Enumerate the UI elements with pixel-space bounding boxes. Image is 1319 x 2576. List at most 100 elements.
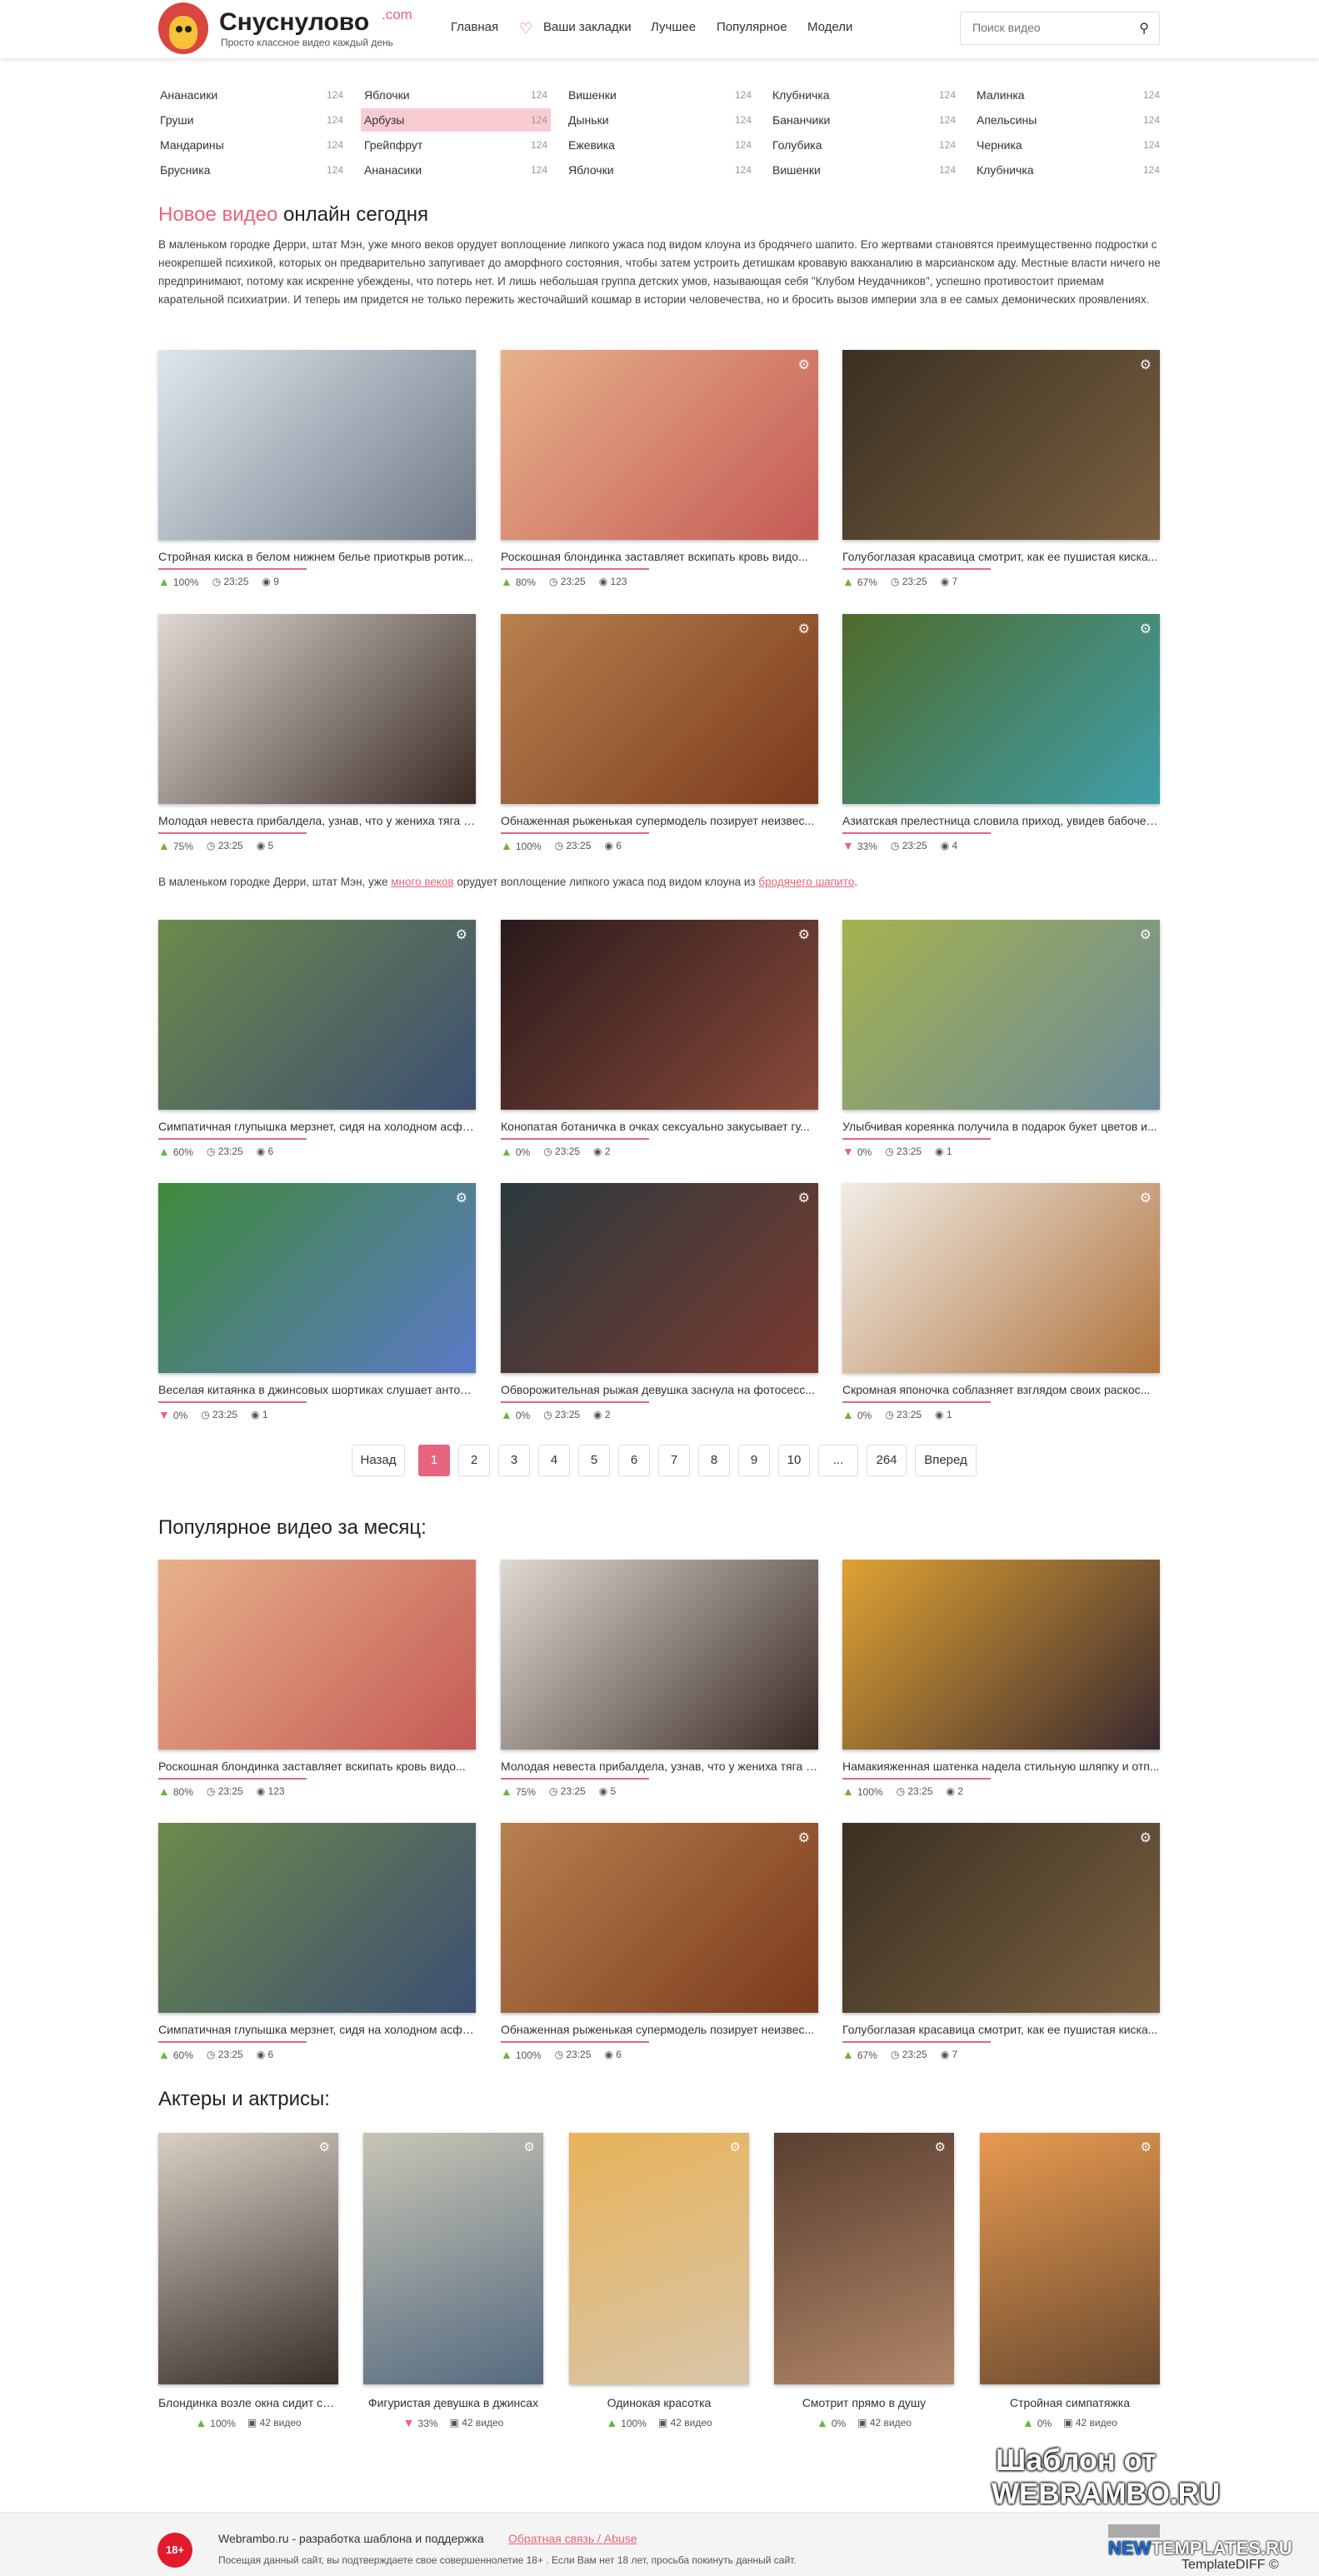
category-item[interactable]: Мандарины 124 (157, 133, 347, 157)
video-card[interactable]: ⚙ Конопатая ботаничка в очках сексуально … (501, 920, 818, 1158)
gear-icon[interactable]: ⚙ (798, 357, 810, 373)
pagination-page[interactable]: 10 (778, 1445, 810, 1476)
video-card[interactable]: ⚙ Голубоглазая красавица смотрит, как ее … (842, 1823, 1160, 2061)
category-item[interactable]: Грейпфрут 124 (361, 133, 551, 157)
category-item[interactable]: Ананасики 124 (361, 158, 551, 182)
actor-name[interactable]: Блондинка возле окна сидит сп... (158, 2396, 338, 2409)
logo-title[interactable]: Снуснулово (219, 8, 369, 37)
search-icon[interactable]: ⚲ (1139, 20, 1149, 37)
nav-bookmarks[interactable]: Ваши закладки (543, 20, 632, 34)
video-title[interactable]: Молодая невеста прибалдела, узнав, что у… (501, 1760, 818, 1773)
video-title[interactable]: Обнаженная рыженькая супермодель позируе… (501, 814, 818, 827)
gear-icon[interactable]: ⚙ (456, 1190, 467, 1206)
category-item[interactable]: Черника 124 (973, 133, 1163, 157)
video-thumbnail[interactable] (158, 1560, 476, 1750)
category-item[interactable]: Клубничка 124 (769, 83, 959, 107)
pagination-page[interactable]: 7 (658, 1445, 690, 1476)
video-card[interactable]: Молодая невеста прибалдела, узнав, что у… (501, 1560, 818, 1798)
gear-icon[interactable]: ⚙ (798, 1830, 810, 1846)
category-item[interactable]: Бананчики 124 (769, 108, 959, 132)
video-card[interactable]: Роскошная блондинка заставляет вскипать … (158, 1560, 476, 1798)
pagination-prev[interactable]: Назад (352, 1445, 405, 1476)
pagination-page[interactable]: 2 (458, 1445, 490, 1476)
search-input[interactable] (972, 21, 1122, 34)
gear-icon[interactable]: ⚙ (1141, 2139, 1152, 2154)
video-card[interactable]: ⚙ Голубоглазая красавица смотрит, как ее … (842, 350, 1160, 588)
actor-name[interactable]: Фигуристая девушка в джинсах (363, 2396, 543, 2409)
video-title[interactable]: Обнаженная рыженькая супермодель позируе… (501, 2023, 818, 2036)
video-title[interactable]: Молодая невеста прибалдела, узнав, что у… (158, 814, 476, 827)
category-item[interactable]: Арбузы 124 (361, 108, 551, 132)
video-title[interactable]: Симпатичная глупышка мерзнет, сидя на хо… (158, 2023, 476, 2036)
actor-name[interactable]: Стройная симпатяжка (980, 2396, 1160, 2409)
scroll-up-button[interactable] (1108, 2524, 1160, 2538)
video-thumbnail[interactable] (842, 1560, 1160, 1750)
video-card[interactable]: ⚙ Скромная японочка соблазняет взглядом с… (842, 1183, 1160, 1421)
video-thumbnail[interactable] (501, 1560, 818, 1750)
video-title[interactable]: Роскошная блондинка заставляет вскипать … (158, 1760, 476, 1773)
gear-icon[interactable]: ⚙ (524, 2139, 535, 2154)
category-item[interactable]: Ананасики 124 (157, 83, 347, 107)
logo-mascot-icon[interactable] (158, 2, 208, 54)
gear-icon[interactable]: ⚙ (1140, 357, 1152, 373)
category-item[interactable]: Груши 124 (157, 108, 347, 132)
video-thumbnail[interactable]: ⚙ (501, 350, 818, 540)
gear-icon[interactable]: ⚙ (730, 2139, 741, 2154)
video-thumbnail[interactable]: ⚙ (842, 920, 1160, 1110)
video-card[interactable]: ⚙ Веселая китаянка в джинсовых шортиках с… (158, 1183, 476, 1421)
pagination-page[interactable]: 3 (498, 1445, 530, 1476)
pagination-page[interactable]: 6 (618, 1445, 650, 1476)
video-card[interactable]: Стройная киска в белом нижнем белье прио… (158, 350, 476, 588)
video-thumbnail[interactable]: ⚙ (842, 350, 1160, 540)
pagination-page[interactable]: 9 (738, 1445, 770, 1476)
video-card[interactable]: ⚙ Симпатичная глупышка мерзнет, сидя на х… (158, 920, 476, 1158)
pagination-page[interactable]: 8 (698, 1445, 730, 1476)
actor-name[interactable]: Одинокая красотка (569, 2396, 749, 2409)
video-thumbnail[interactable]: ⚙ (501, 1183, 818, 1373)
video-thumbnail[interactable]: ⚙ (501, 920, 818, 1110)
video-title[interactable]: Веселая китаянка в джинсовых шортиках сл… (158, 1383, 476, 1396)
video-card[interactable]: ⚙ Улыбчивая кореянка получила в подарок б… (842, 920, 1160, 1158)
gear-icon[interactable]: ⚙ (798, 1190, 810, 1206)
video-title[interactable]: Азиатская прелестница словила приход, ув… (842, 814, 1160, 827)
gear-icon[interactable]: ⚙ (935, 2139, 946, 2154)
actor-card[interactable]: ⚙ Блондинка возле окна сидит сп... ▲ 100% ▣ … (158, 2133, 338, 2429)
actor-card[interactable]: ⚙ Стройная симпатяжка ▲ 0% ▣ 42 видео (980, 2133, 1160, 2429)
actor-photo[interactable]: ⚙ (980, 2133, 1160, 2384)
video-title[interactable]: Голубоглазая красавица смотрит, как ее п… (842, 2023, 1160, 2036)
nav-models[interactable]: Модели (807, 20, 852, 34)
video-thumbnail[interactable]: ⚙ (842, 1823, 1160, 2013)
pagination-next[interactable]: Вперед (915, 1445, 977, 1476)
gear-icon[interactable]: ⚙ (1140, 621, 1152, 637)
category-item[interactable]: Апельсины 124 (973, 108, 1163, 132)
gear-icon[interactable]: ⚙ (1140, 926, 1152, 943)
video-thumbnail[interactable]: ⚙ (842, 1183, 1160, 1373)
video-title[interactable]: Конопатая ботаничка в очках сексуально з… (501, 1120, 818, 1133)
video-thumbnail[interactable]: ⚙ (158, 920, 476, 1110)
pagination-page[interactable]: 4 (538, 1445, 570, 1476)
video-thumbnail[interactable] (158, 1823, 476, 2013)
video-title[interactable]: Намакияженная шатенка надела стильную шл… (842, 1760, 1160, 1773)
gear-icon[interactable]: ⚙ (456, 926, 467, 943)
category-item[interactable]: Ежевика 124 (565, 133, 755, 157)
actor-photo[interactable]: ⚙ (774, 2133, 954, 2384)
gear-icon[interactable]: ⚙ (798, 926, 810, 943)
video-thumbnail[interactable]: ⚙ (501, 614, 818, 804)
video-card[interactable]: Симпатичная глупышка мерзнет, сидя на хо… (158, 1823, 476, 2061)
video-card[interactable]: ⚙ Обворожительная рыжая девушка заснула н… (501, 1183, 818, 1421)
video-card[interactable]: Молодая невеста прибалдела, узнав, что у… (158, 614, 476, 852)
nav-best[interactable]: Лучшее (651, 20, 696, 34)
actor-photo[interactable]: ⚙ (158, 2133, 338, 2384)
category-item[interactable]: Дыньки 124 (565, 108, 755, 132)
video-title[interactable]: Улыбчивая кореянка получила в подарок бу… (842, 1120, 1160, 1133)
actor-card[interactable]: ⚙ Одинокая красотка ▲ 100% ▣ 42 видео (569, 2133, 749, 2429)
category-item[interactable]: Яблочки 124 (565, 158, 755, 182)
category-item[interactable]: Вишенки 124 (565, 83, 755, 107)
video-card[interactable]: ⚙ Обнаженная рыженькая супермодель позиру… (501, 1823, 818, 2061)
video-thumbnail[interactable]: ⚙ (842, 614, 1160, 804)
video-card[interactable]: ⚙ Роскошная блондинка заставляет вскипать… (501, 350, 818, 588)
category-item[interactable]: Яблочки 124 (361, 83, 551, 107)
gear-icon[interactable]: ⚙ (1140, 1830, 1152, 1846)
actor-photo[interactable]: ⚙ (569, 2133, 749, 2384)
actor-name[interactable]: Смотрит прямо в душу (774, 2396, 954, 2409)
